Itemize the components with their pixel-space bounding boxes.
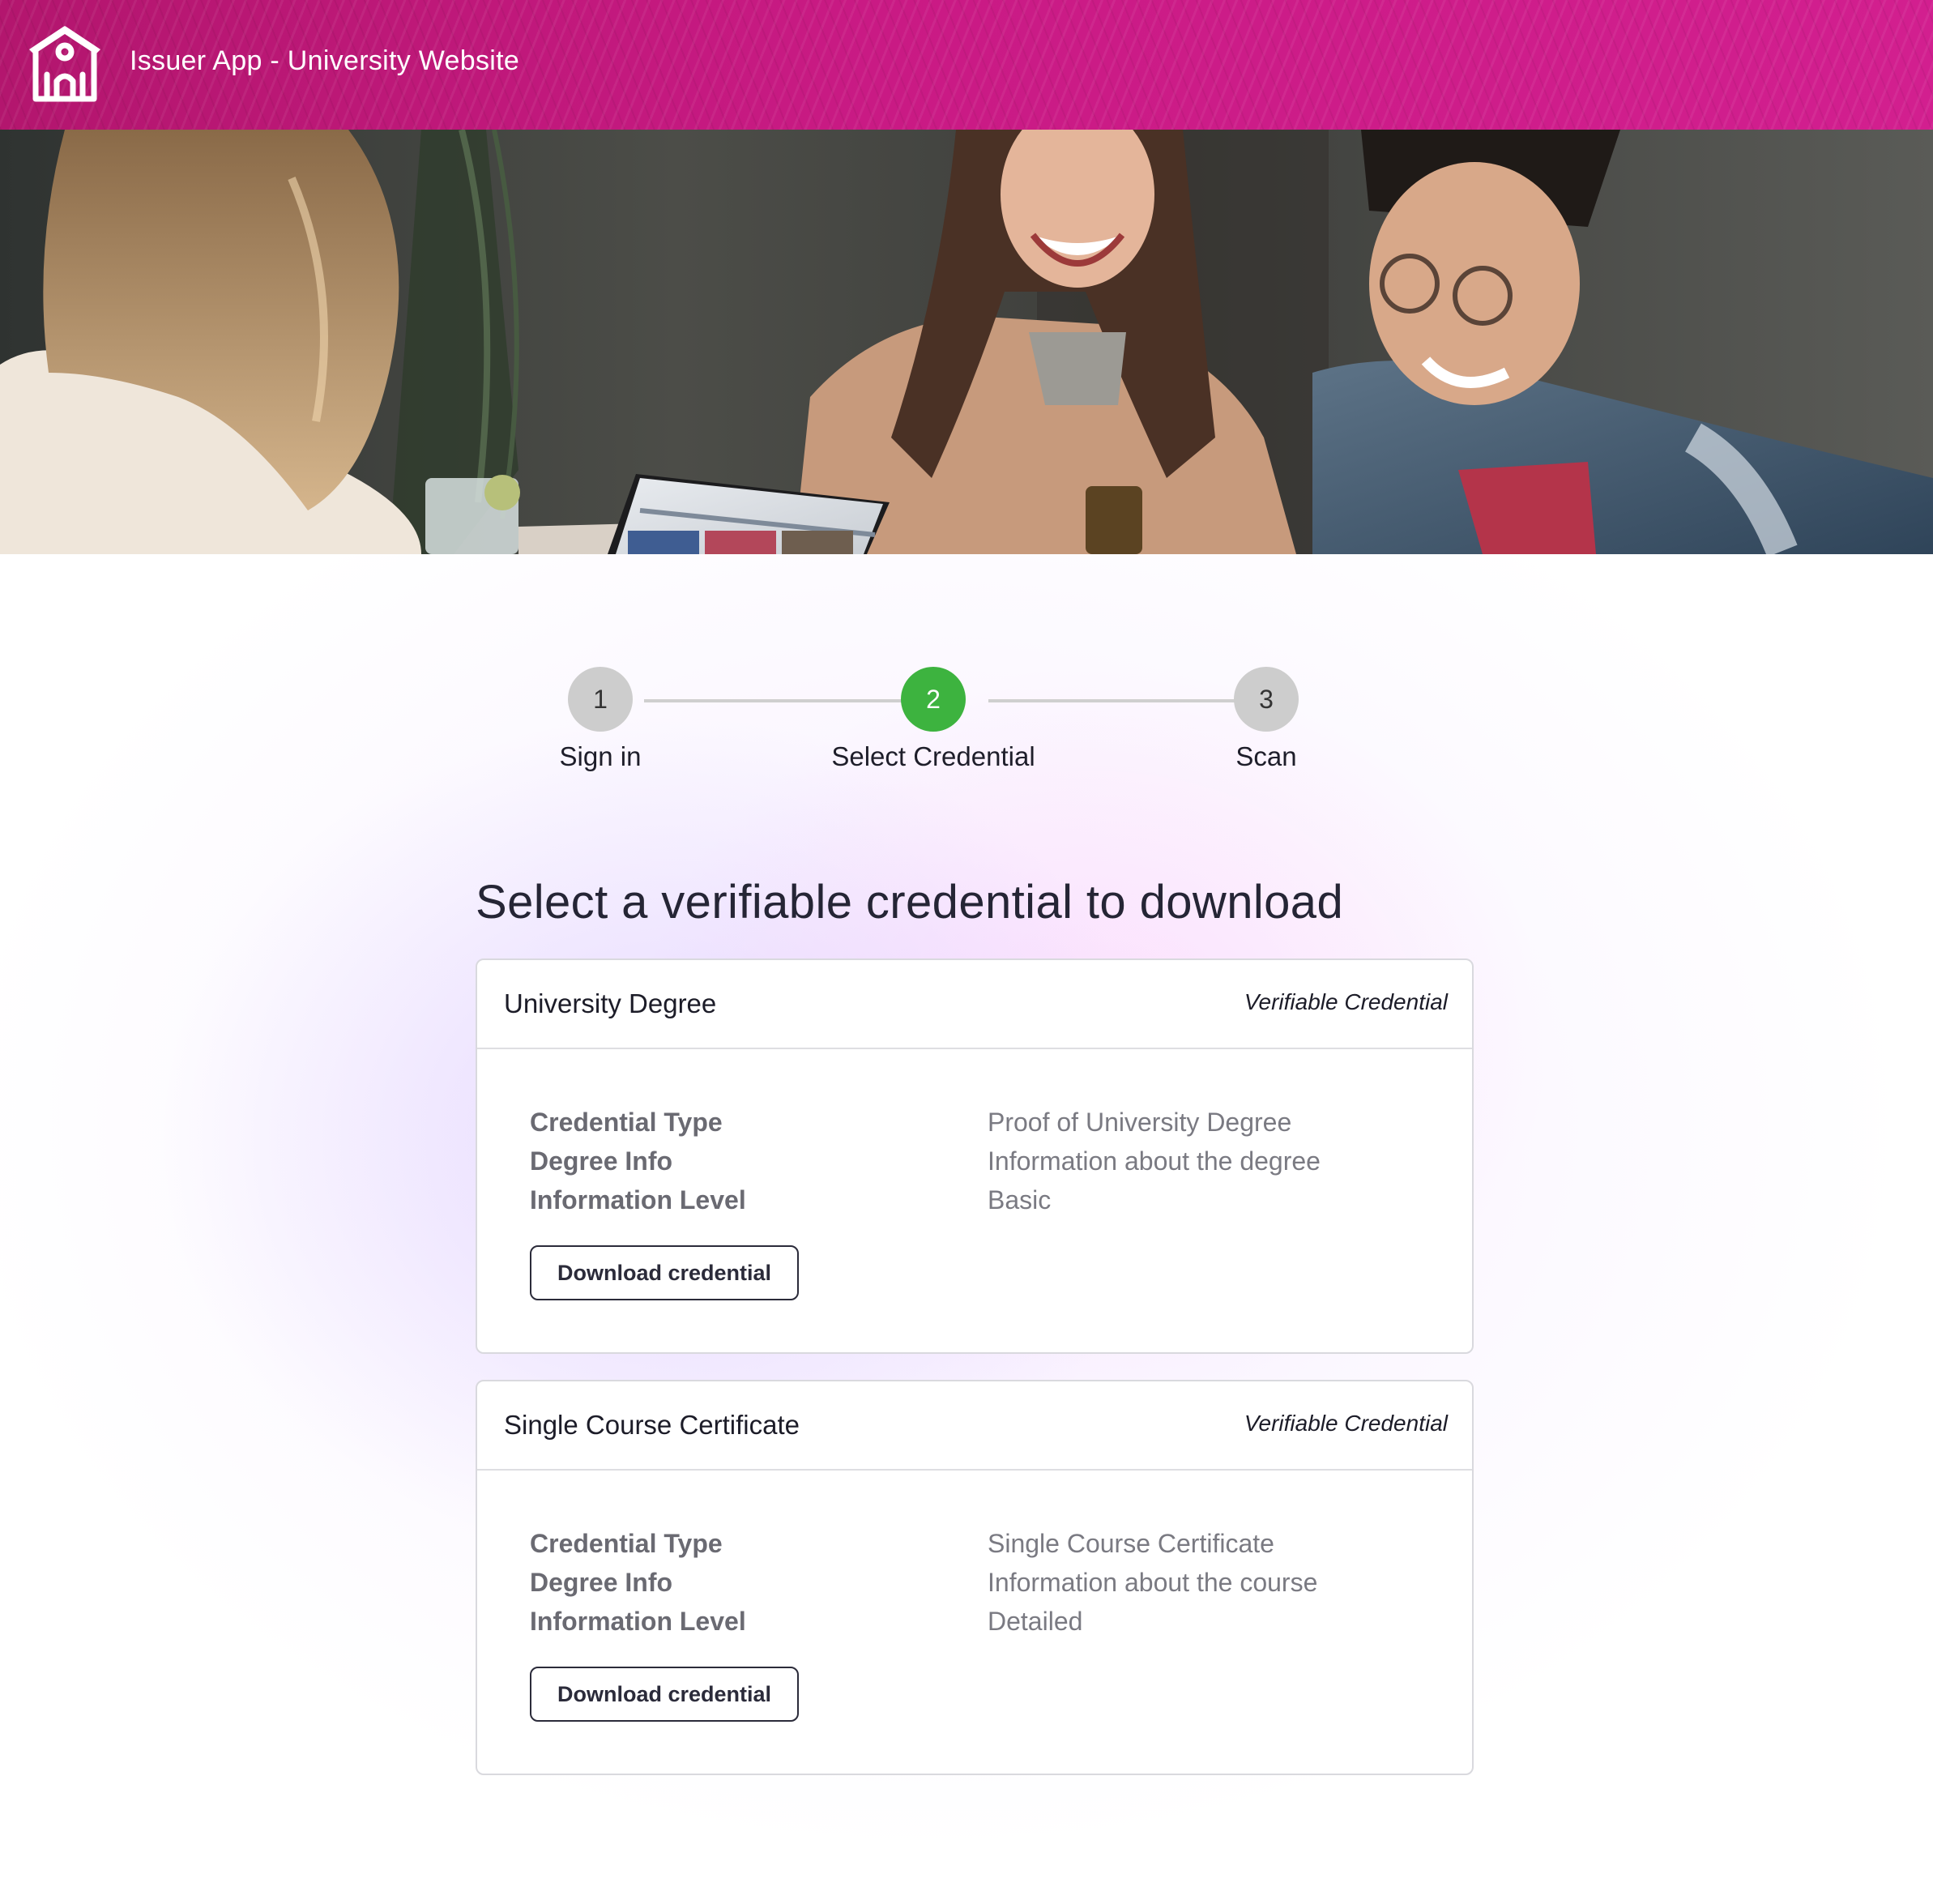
hero-photo	[0, 130, 1933, 554]
app-title: Issuer App - University Website	[130, 45, 520, 76]
information-level-value: Detailed	[988, 1607, 1083, 1636]
card-title: Single Course Certificate	[504, 1410, 800, 1440]
card-type-tag: Verifiable Credential	[1244, 1411, 1448, 1436]
degree-info-value: Information about the degree	[988, 1146, 1321, 1176]
card-body: Credential Type Proof of University Degr…	[477, 1049, 1472, 1354]
step-3-circle: 3	[1234, 667, 1299, 732]
credential-type-value: Proof of University Degree	[988, 1108, 1292, 1137]
school-building-icon[interactable]	[24, 24, 105, 105]
degree-info-label: Degree Info	[530, 1146, 673, 1176]
information-level-value: Basic	[988, 1185, 1052, 1215]
step-scan: 3 Scan	[1145, 664, 1388, 772]
step-sign-in: 1 Sign in	[479, 664, 722, 772]
card-header: University Degree Verifiable Credential	[477, 960, 1472, 1049]
credential-type-label: Credential Type	[530, 1529, 723, 1558]
page-title: Select a verifiable credential to downlo…	[476, 876, 1344, 929]
step-2-label: Select Credential	[831, 741, 1035, 771]
step-3-label: Scan	[1235, 741, 1297, 771]
information-level-label: Information Level	[530, 1185, 746, 1215]
download-credential-button[interactable]: Download credential	[530, 1667, 799, 1722]
download-credential-button[interactable]: Download credential	[530, 1245, 799, 1300]
credential-type-value: Single Course Certificate	[988, 1529, 1274, 1558]
hero-photo-illustration	[0, 130, 1933, 554]
step-select-credential: 2 Select Credential	[812, 664, 1055, 772]
app-header: Issuer App - University Website	[0, 0, 1933, 130]
credential-card-university-degree: University Degree Verifiable Credential …	[476, 958, 1474, 1354]
information-level-label: Information Level	[530, 1607, 746, 1636]
step-2-circle: 2	[901, 667, 966, 732]
card-body: Credential Type Single Course Certificat…	[477, 1471, 1472, 1775]
degree-info-label: Degree Info	[530, 1568, 673, 1597]
degree-info-value: Information about the course	[988, 1568, 1318, 1597]
card-type-tag: Verifiable Credential	[1244, 989, 1448, 1014]
card-header: Single Course Certificate Verifiable Cre…	[477, 1381, 1472, 1471]
progress-stepper: 1 Sign in 2 Select Credential 3 Scan	[560, 664, 1377, 786]
credential-type-label: Credential Type	[530, 1108, 723, 1137]
step-1-label: Sign in	[559, 741, 642, 771]
step-1-circle: 1	[568, 667, 633, 732]
card-title: University Degree	[504, 988, 717, 1018]
credential-card-single-course-certificate: Single Course Certificate Verifiable Cre…	[476, 1380, 1474, 1775]
